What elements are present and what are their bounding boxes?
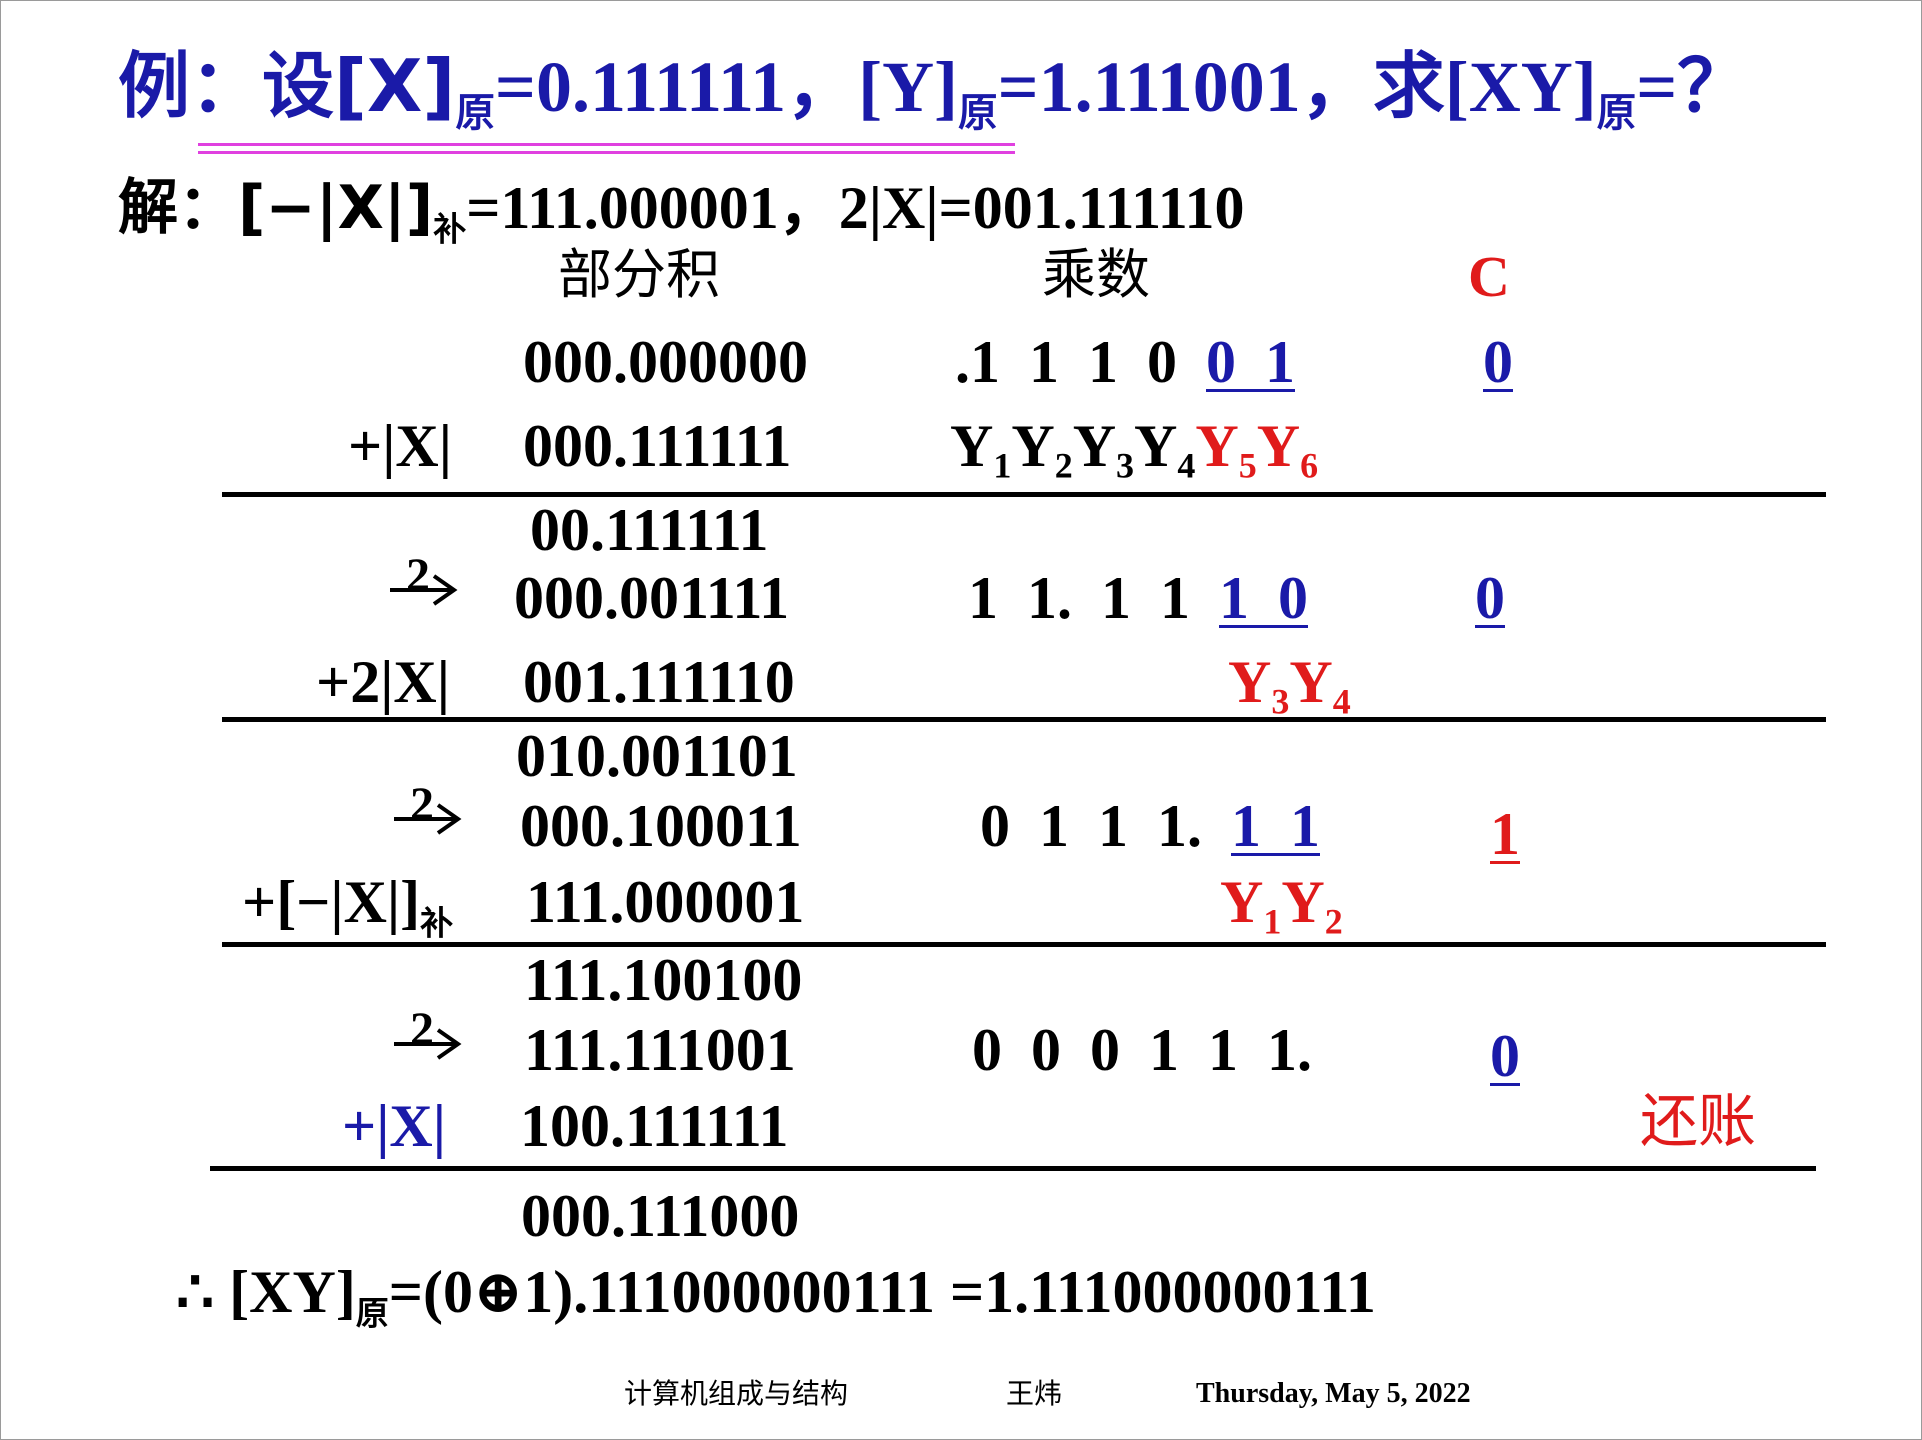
- multiplier-bit-labels-2: Y3Y4: [1228, 652, 1351, 720]
- y-letter: Y: [1011, 413, 1055, 479]
- title-part-4: =？: [1636, 47, 1750, 127]
- operand-add-x-value: 000.111111: [523, 413, 792, 479]
- carry-initial: 0: [1483, 329, 1513, 395]
- partial-sum-2: 010.001101: [516, 723, 798, 789]
- multiplier-shift-2-low-bits: 1 1: [1231, 793, 1320, 859]
- header-carry: C: [1468, 244, 1510, 309]
- y-index: 1: [1263, 901, 1282, 942]
- solution-sub: 补: [433, 209, 467, 249]
- y-letter: Y: [1281, 869, 1325, 935]
- solution-prefix: 解：[−|X|]: [118, 173, 434, 243]
- y-index: 4: [1177, 445, 1196, 486]
- title-sub-2: 原: [958, 90, 998, 137]
- title-underline-bar-2: [198, 151, 1015, 154]
- conclusion-prefix: ∴ [XY]: [176, 1259, 356, 1325]
- y-index: 6: [1300, 445, 1319, 486]
- title-sub-1: 原: [455, 90, 495, 137]
- multiplier-initial-plain: .1 1 1 0: [955, 329, 1206, 395]
- multiplier-shift-1: 1 1. 1 1 1 0: [968, 568, 1308, 628]
- conclusion-rest: =(0⊕1).111000000111 =1.111000000111: [388, 1259, 1376, 1325]
- header-multiplier: 乘数: [1042, 243, 1150, 306]
- partial-sum-3: 111.100100: [524, 947, 803, 1013]
- y-letter: Y: [1134, 413, 1178, 479]
- footer-course: 计算机组成与结构: [624, 1377, 849, 1410]
- title-part-1: 例：设[X]: [118, 44, 456, 128]
- y-index: 2: [1324, 901, 1343, 942]
- partial-sum-1: 00.111111: [530, 497, 769, 563]
- title-part-2: =0.111111，[Y]: [494, 47, 959, 127]
- shift-right-2-arrow: 2: [392, 777, 472, 837]
- title-underline-bar: [198, 143, 1015, 146]
- footer-date: Thursday, May 5, 2022: [1196, 1378, 1471, 1409]
- title-part-3: =1.111001，求[XY]: [997, 47, 1597, 127]
- multiplier-shift-2-plain: 0 1 1 1.: [980, 793, 1231, 859]
- carry-shift-2: 1: [1490, 801, 1520, 867]
- shift-right-2-arrow: 2: [392, 1002, 472, 1062]
- y-index: 3: [1116, 445, 1135, 486]
- multiplier-bit-labels: Y1Y2Y3Y4Y5Y6: [950, 416, 1318, 484]
- multiplier-bit-labels-3: Y1Y2: [1220, 872, 1343, 940]
- multiplier-shift-2: 0 1 1 1. 1 1: [980, 796, 1320, 856]
- y-index: 4: [1332, 681, 1351, 722]
- multiplier-initial-low-bits: 0 1: [1206, 329, 1295, 395]
- operand-add-2x: +2|X|: [316, 649, 450, 715]
- carry-shift-1: 0: [1475, 565, 1505, 631]
- y-letter: Y: [1220, 869, 1264, 935]
- multiplier-shift-1-low-bits: 1 0: [1219, 565, 1308, 631]
- carry-shift-3: 0: [1490, 1023, 1520, 1089]
- operand-add-neg-x: +[−|X|]补: [242, 872, 453, 940]
- operand-add-neg-x-value: 111.000001: [526, 869, 805, 935]
- footer-author: 王炜: [1006, 1377, 1063, 1410]
- sum-rule-4: [210, 1166, 1816, 1171]
- partial-final: 000.111000: [521, 1183, 800, 1249]
- operand-add-x-restore: +|X|: [342, 1093, 446, 1159]
- header-partial-product: 部分积: [558, 243, 720, 306]
- restore-note: 还账: [1640, 1087, 1757, 1155]
- y-letter: Y: [1256, 413, 1301, 479]
- y-letter: Y: [1289, 649, 1333, 715]
- y-index: 3: [1271, 681, 1290, 722]
- solution-rest: =111.000001，2|X|=001.111110: [466, 175, 1245, 241]
- multiplier-initial: .1 1 1 0 0 1: [955, 332, 1295, 392]
- page-title: 例：设[X]原=0.111111，[Y]原=1.111001，求[XY]原=？: [118, 50, 1749, 134]
- sum-rule-1: [222, 492, 1826, 497]
- shift-right-2-arrow: 2: [388, 548, 468, 608]
- solution-line: 解：[−|X|]补=111.000001，2|X|=001.111110: [118, 178, 1245, 246]
- operand-add-x: +|X|: [348, 413, 452, 479]
- right-arrow-icon: [390, 574, 458, 606]
- right-arrow-icon: [394, 1028, 462, 1060]
- operand-add-neg-x-sub: 补: [420, 903, 454, 943]
- right-arrow-icon: [394, 803, 462, 835]
- operand-add-neg-x-op: +[−|X|]: [242, 869, 421, 935]
- title-sub-3: 原: [1596, 90, 1637, 137]
- y-index: 1: [993, 445, 1012, 486]
- sum-rule-2: [222, 717, 1826, 722]
- y-index: 5: [1238, 445, 1257, 486]
- multiplier-shift-1-plain: 1 1. 1 1: [968, 565, 1219, 631]
- y-letter: Y: [1195, 413, 1239, 479]
- operand-add-x-restore-value: 100.111111: [520, 1093, 789, 1159]
- y-index: 2: [1054, 445, 1073, 486]
- conclusion-line: ∴ [XY]原=(0⊕1).111000000111 =1.1110000001…: [176, 1262, 1376, 1330]
- operand-add-2x-value: 001.111110: [523, 649, 795, 715]
- y-letter: Y: [950, 413, 994, 479]
- partial-initial: 000.000000: [523, 329, 808, 395]
- conclusion-sub: 原: [355, 1293, 389, 1333]
- multiplier-shift-3: 0 0 0 1 1 1.: [972, 1017, 1312, 1083]
- y-letter: Y: [1228, 649, 1272, 715]
- partial-shift-1: 000.001111: [514, 565, 790, 631]
- sum-rule-3: [222, 942, 1826, 947]
- partial-shift-3: 111.111001: [524, 1017, 796, 1083]
- y-letter: Y: [1072, 413, 1117, 479]
- partial-shift-2: 000.100011: [520, 793, 802, 859]
